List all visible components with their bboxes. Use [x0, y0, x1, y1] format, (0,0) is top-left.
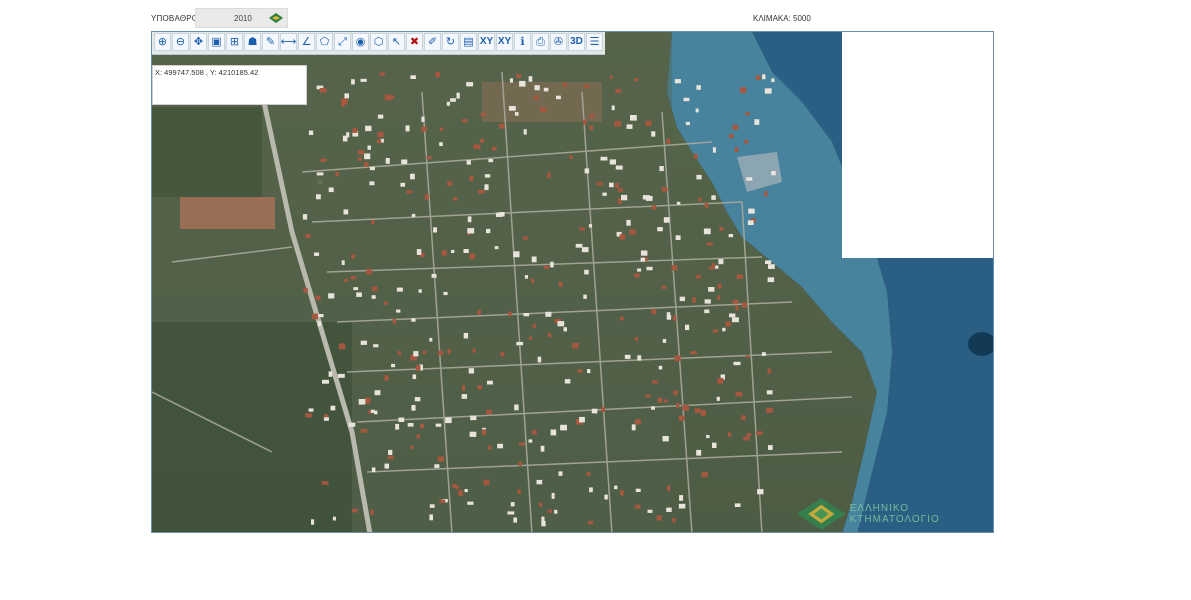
- base-map-selector[interactable]: 2010: [195, 8, 288, 28]
- map-viewport[interactable]: ⊕ ⊖ ✥ ▣ ⊞ ☗ ✎ ⟷ ∠ ⬠ ⤢ ◉ ⬡ ↖ ✖ ✐ ↻ ▤ XY XY ℹ ⎙ ✇ 3D ☰ X: 499747.5…: [151, 31, 994, 533]
- coordinates-transform-icon[interactable]: XY: [496, 33, 513, 51]
- edit-pen-icon[interactable]: ✐: [424, 33, 441, 51]
- pan-icon[interactable]: ✥: [190, 33, 207, 51]
- unloaded-tile: [842, 32, 993, 258]
- polygon-select-icon[interactable]: ⬡: [370, 33, 387, 51]
- document-icon[interactable]: ▤: [460, 33, 477, 51]
- zoom-in-icon[interactable]: ⊕: [154, 33, 171, 51]
- view-3d-icon[interactable]: 3D: [568, 33, 585, 51]
- print-icon[interactable]: ⎙: [532, 33, 549, 51]
- cadastre-watermark-icon: [797, 498, 846, 530]
- identify-person-icon[interactable]: ☗: [244, 33, 261, 51]
- zoom-box-icon[interactable]: ▣: [208, 33, 225, 51]
- base-map-value: 2010: [234, 14, 252, 23]
- measure-distance-icon[interactable]: ⟷: [280, 33, 297, 51]
- zoom-out-icon[interactable]: ⊖: [172, 33, 189, 51]
- coordinates-xy-icon[interactable]: XY: [478, 33, 495, 51]
- watermark-text: ΕΛΛΗΝΙΚΟ ΚΤΗΜΑΤΟΛΟΓΙΟ: [849, 503, 940, 525]
- scale-display: ΚΛΙΜΑΚΑ: 5000: [753, 14, 811, 23]
- draw-line-icon[interactable]: ⤢: [334, 33, 351, 51]
- legend-icon[interactable]: ☰: [586, 33, 603, 51]
- coordinates-readout: X: 499747.508 , Y: 4210185.42: [155, 68, 259, 77]
- cadastre-watermark: ΕΛΛΗΝΙΚΟ ΚΤΗΜΑΤΟΛΟΓΙΟ: [797, 497, 993, 531]
- info-icon[interactable]: ℹ: [514, 33, 531, 51]
- circle-point-icon[interactable]: ◉: [352, 33, 369, 51]
- search-area-icon[interactable]: ✎: [262, 33, 279, 51]
- select-arrow-icon[interactable]: ↖: [388, 33, 405, 51]
- refresh-icon[interactable]: ↻: [442, 33, 459, 51]
- cadastre-logo-icon: [269, 13, 283, 23]
- clear-icon[interactable]: ✖: [406, 33, 423, 51]
- satellite-icon[interactable]: ✇: [550, 33, 567, 51]
- coordinates-box: X: 499747.508 , Y: 4210185.42: [152, 65, 307, 105]
- map-toolbar: ⊕ ⊖ ✥ ▣ ⊞ ☗ ✎ ⟷ ∠ ⬠ ⤢ ◉ ⬡ ↖ ✖ ✐ ↻ ▤ XY XY ℹ ⎙ ✇ 3D ☰: [152, 32, 605, 55]
- measure-polygon-icon[interactable]: ⬠: [316, 33, 333, 51]
- base-map-label: ΥΠΟΒΑΘΡΟ:: [151, 14, 201, 23]
- zoom-extent-icon[interactable]: ⊞: [226, 33, 243, 51]
- measure-angle-icon[interactable]: ∠: [298, 33, 315, 51]
